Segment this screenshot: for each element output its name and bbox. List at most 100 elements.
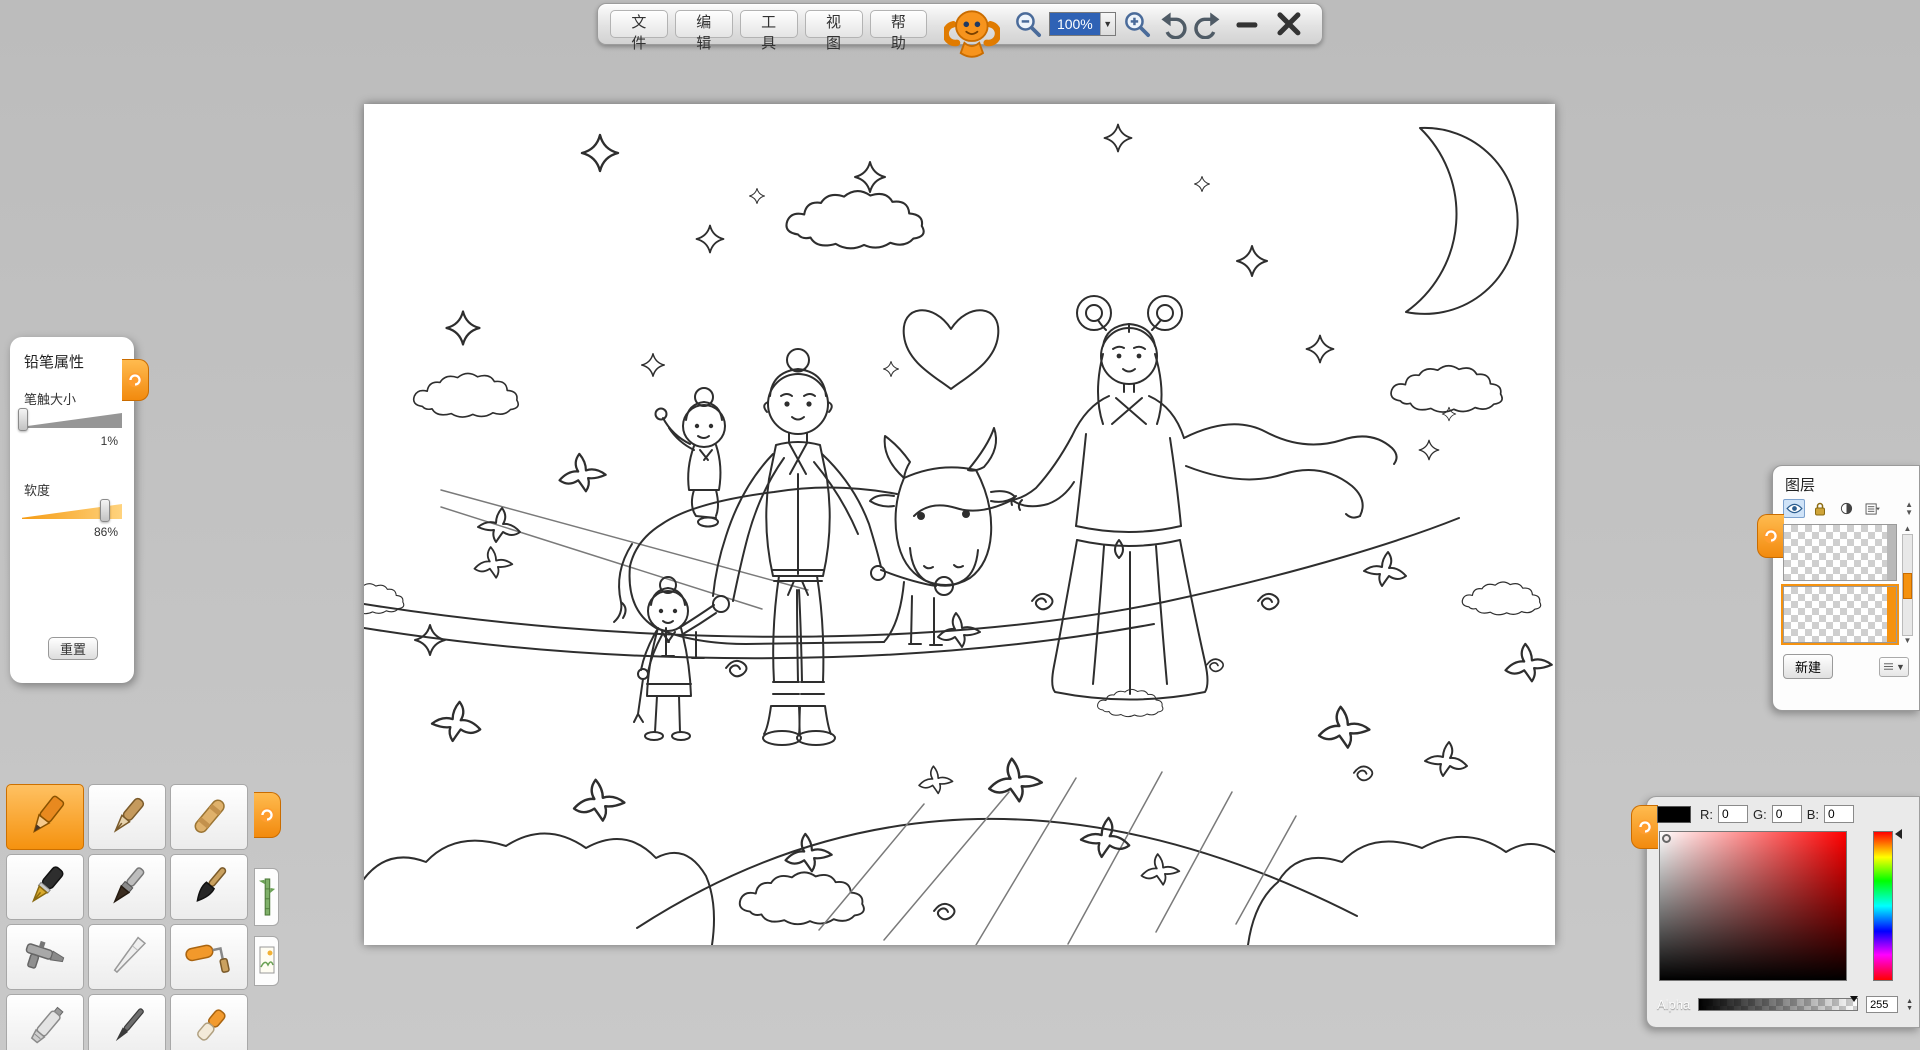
tool-paper-stump[interactable] — [88, 924, 166, 990]
zoom-level-field[interactable]: 100% ▼ — [1049, 12, 1116, 36]
ink-brush-icon — [181, 863, 237, 911]
layer-2-grip[interactable] — [1887, 587, 1896, 642]
alpha-slider[interactable] — [1698, 998, 1858, 1011]
redo-button[interactable] — [1193, 9, 1223, 39]
b-input[interactable] — [1824, 805, 1854, 823]
zoom-dropdown-caret[interactable]: ▼ — [1100, 13, 1115, 35]
hue-slider[interactable] — [1873, 831, 1893, 981]
menu-view[interactable]: 视图 — [805, 10, 863, 38]
color-panel-collapse-tab[interactable] — [1631, 805, 1658, 849]
brush-size-value: 1% — [101, 434, 118, 448]
child-on-ox — [656, 388, 726, 527]
menu-help[interactable]: 帮助 — [870, 10, 928, 38]
r-input[interactable] — [1718, 805, 1748, 823]
layers-footer: 新建 ▼ — [1773, 646, 1919, 679]
layers-spinner-arrows[interactable]: ▲▼ — [1905, 501, 1913, 517]
sv-cursor[interactable] — [1662, 834, 1671, 843]
layers-list: ▲ ▼ — [1773, 524, 1919, 646]
softness-value: 86% — [94, 525, 118, 539]
mascot-curl-icon — [1761, 526, 1781, 546]
layers-panel-title: 图层 — [1773, 466, 1919, 497]
layer-blend-button[interactable] — [1835, 499, 1857, 518]
paint-tube-icon — [17, 1003, 73, 1050]
new-layer-button[interactable]: 新建 — [1783, 654, 1833, 679]
tool-crayon[interactable] — [170, 784, 248, 850]
gallery-tab[interactable] — [254, 936, 279, 986]
menu-tools[interactable]: 工具 — [740, 10, 798, 38]
zoom-value: 100% — [1050, 13, 1100, 35]
pencil-panel-collapse-tab[interactable] — [122, 359, 149, 401]
tool-ink-brush[interactable] — [170, 854, 248, 920]
paper-stump-icon — [99, 933, 155, 981]
caret-down-icon: ▼ — [1896, 662, 1905, 672]
canvas-artwork — [364, 104, 1555, 945]
mascot-curl-icon — [125, 370, 145, 390]
alpha-input[interactable] — [1866, 996, 1898, 1013]
saturation-value-picker[interactable] — [1659, 831, 1847, 981]
tool-paintbrush[interactable] — [88, 854, 166, 920]
tool-airbrush[interactable] — [6, 924, 84, 990]
scroll-track[interactable] — [1902, 534, 1913, 636]
tool-palette-collapse-tab[interactable] — [254, 792, 281, 838]
tool-fountain-pen[interactable] — [6, 854, 84, 920]
tool-pastel-stick[interactable] — [170, 994, 248, 1050]
layer-visibility-button[interactable] — [1783, 499, 1805, 518]
scroll-down-icon[interactable]: ▼ — [1904, 636, 1912, 646]
alpha-spinner[interactable]: ▲▼ — [1906, 998, 1913, 1012]
layers-options-button[interactable]: ▼ — [1879, 657, 1909, 677]
reset-button[interactable]: 重置 — [48, 637, 98, 660]
softness-handle[interactable] — [100, 499, 110, 522]
close-button[interactable] — [1274, 9, 1304, 39]
reed-pen-icon — [99, 793, 155, 841]
minimize-button[interactable] — [1232, 9, 1262, 39]
layer-row-2[interactable] — [1783, 586, 1897, 643]
crayon-icon — [181, 793, 237, 841]
layers-scrollbar[interactable]: ▲ ▼ — [1900, 524, 1915, 646]
mascot-curl-icon — [1635, 817, 1655, 837]
layer-1-grip[interactable] — [1887, 525, 1896, 580]
color-panel: R: G: B: Alpha ▲▼ — [1646, 796, 1920, 1028]
alpha-marker[interactable] — [1850, 996, 1858, 1002]
tool-paint-roller[interactable] — [170, 924, 248, 990]
undo-button[interactable] — [1158, 9, 1188, 39]
layer-lock-button[interactable] — [1809, 499, 1831, 518]
eye-icon — [1786, 503, 1803, 514]
scroll-thumb[interactable] — [1903, 573, 1912, 599]
tool-paint-tube[interactable] — [6, 994, 84, 1050]
app-window: 文件 编辑 工具 视图 帮助 100% ▼ — [0, 0, 1920, 1050]
tool-palette — [6, 784, 248, 1050]
bamboo-icon — [258, 873, 276, 921]
b-label: B: — [1807, 807, 1819, 822]
layers-panel-collapse-tab[interactable] — [1757, 514, 1784, 558]
scroll-up-icon[interactable]: ▲ — [1904, 524, 1912, 534]
bamboo-tools-tab[interactable] — [254, 868, 279, 926]
pastel-stick-icon — [181, 1003, 237, 1050]
drawing-canvas[interactable] — [364, 104, 1555, 945]
orange-pencil-icon — [17, 793, 73, 841]
hue-marker[interactable] — [1895, 829, 1902, 839]
tool-orange-pencil[interactable] — [6, 784, 84, 850]
layers-panel: 图层 ▲▼ ▲ ▼ — [1772, 465, 1920, 711]
tool-reed-pen[interactable] — [88, 784, 166, 850]
menu-edit[interactable]: 编辑 — [675, 10, 733, 38]
layer-menu-button[interactable] — [1861, 499, 1883, 518]
r-label: R: — [1700, 807, 1713, 822]
current-color-swatch[interactable] — [1657, 806, 1691, 823]
brush-size-handle[interactable] — [18, 408, 28, 431]
brush-size-label: 笔触大小 — [24, 389, 76, 408]
softness-label: 软度 — [24, 480, 50, 499]
rgb-row: R: G: B: — [1657, 805, 1854, 823]
layer-row-1[interactable] — [1783, 524, 1897, 581]
g-input[interactable] — [1772, 805, 1802, 823]
g-label: G: — [1753, 807, 1767, 822]
mascot-icon[interactable] — [944, 2, 1000, 64]
zoom-in-button[interactable] — [1122, 9, 1152, 39]
paintbrush-icon — [99, 863, 155, 911]
alpha-gradient — [1699, 999, 1857, 1010]
menu-file[interactable]: 文件 — [610, 10, 668, 38]
tool-dip-pen[interactable] — [88, 994, 166, 1050]
brush-size-slider[interactable] — [22, 413, 122, 428]
zoom-out-button[interactable] — [1013, 9, 1043, 39]
layers-toolbar: ▲▼ — [1773, 497, 1919, 524]
pencil-properties-panel: 铅笔属性 笔触大小 1% 软度 86% 重置 — [10, 337, 134, 683]
